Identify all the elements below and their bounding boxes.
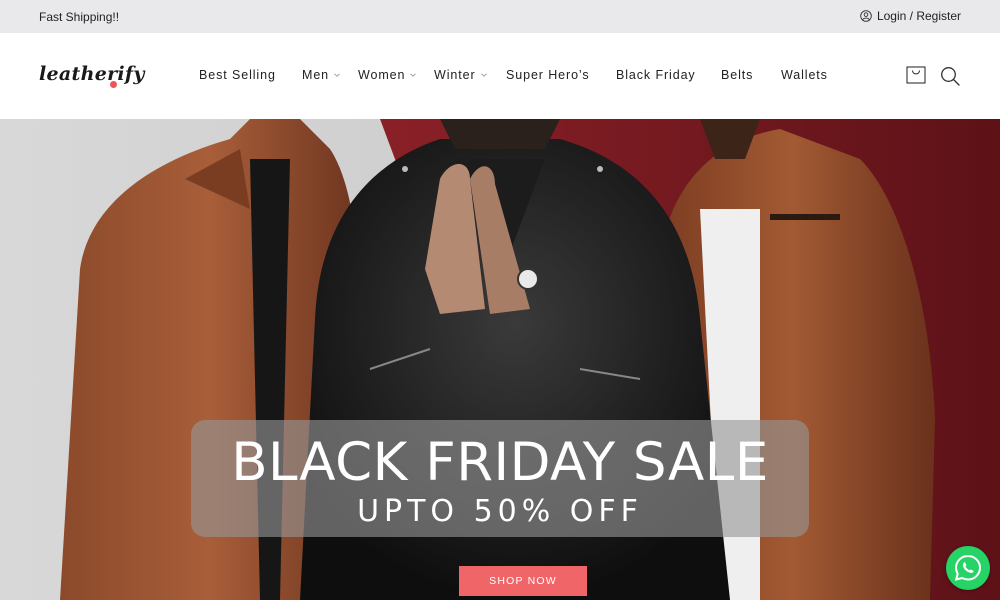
nav-wallets[interactable]: Wallets [781,68,828,82]
nav-belts[interactable]: Belts [721,68,753,82]
nav-black-friday[interactable]: Black Friday [616,68,696,82]
nav-label: Black Friday [616,68,696,82]
nav-women[interactable]: Women [358,68,417,82]
cart-icon[interactable] [906,66,926,84]
search-icon[interactable] [940,66,960,86]
login-register-link[interactable]: Login / Register [860,9,961,23]
logo-dot [110,81,117,88]
whatsapp-chat-button[interactable] [946,546,990,590]
logo[interactable]: leatherify [39,63,145,85]
sale-overlay: BLACK FRIDAY SALE UPTO 50% OFF [191,420,809,537]
nav-label: Wallets [781,68,828,82]
nav-men[interactable]: Men [302,68,341,82]
whatsapp-icon [954,554,982,581]
nav-label: Super Hero’s [506,68,590,82]
nav-super-heros[interactable]: Super Hero’s [506,68,590,82]
nav-label: Best Selling [199,68,276,82]
sale-subtitle: UPTO 50% OFF [357,494,643,529]
chevron-down-icon [334,73,340,77]
sale-title: BLACK FRIDAY SALE [231,432,769,493]
chevron-down-icon [410,73,417,77]
shipping-promo: Fast Shipping!! [39,10,120,24]
nav-label: Belts [721,68,754,82]
login-register-label: Login / Register [876,9,961,23]
nav-label: Men [302,68,330,82]
hero-banner[interactable]: BLACK FRIDAY SALE UPTO 50% OFF SHOP NOW [0,119,1000,600]
chevron-down-icon [480,73,487,77]
nav-label: Winter [434,68,476,82]
nav-best-selling[interactable]: Best Selling [199,68,276,82]
nav-winter[interactable]: Winter [434,68,488,82]
site-header: leatherify Best Selling Men Women Winter… [0,33,1000,119]
shop-now-button[interactable]: SHOP NOW [459,566,587,596]
nav-label: Women [358,68,406,82]
user-icon [860,10,872,22]
top-bar: Fast Shipping!! Login / Register [0,0,1000,33]
